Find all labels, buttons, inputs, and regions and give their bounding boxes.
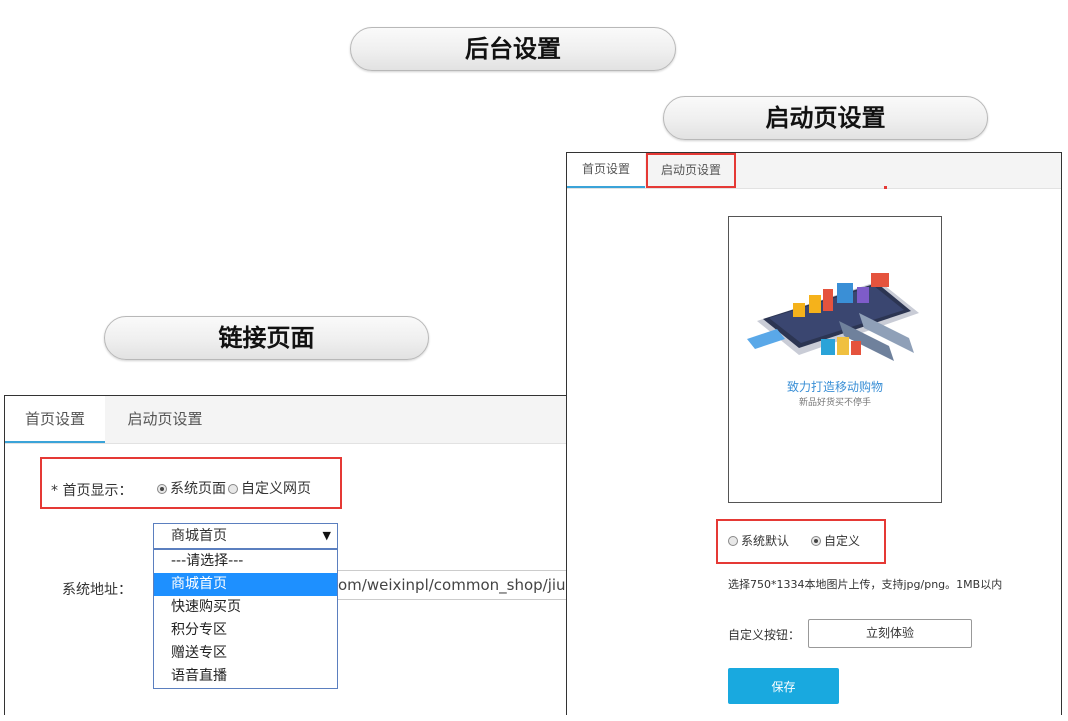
radio-custom-webpage[interactable] <box>228 484 238 494</box>
preview-slogan: 致力打造移动购物 <box>786 380 883 394</box>
link-page-title: 链接页面 <box>104 316 429 360</box>
tab-home-settings[interactable]: 首页设置 <box>567 153 645 188</box>
radio-custom-webpage-label: 自定义网页 <box>241 481 311 497</box>
tab-bar: 首页设置 启动页设置 <box>567 153 1061 189</box>
radio-system-default-label: 系统默认 <box>741 534 790 548</box>
radio-system-page[interactable] <box>157 484 167 494</box>
system-address-label: 系统地址： <box>62 582 132 598</box>
splash-settings-title: 启动页设置 <box>663 96 988 140</box>
radio-custom-label: 自定义 <box>824 534 861 548</box>
dropdown-option-please-select[interactable]: ---请选择--- <box>154 550 337 573</box>
splash-preview: 致力打造移动购物 新品好货买不停手 <box>728 216 942 503</box>
home-display-label: * 首页显示： <box>51 483 133 499</box>
dropdown-list: ---请选择--- 商城首页 快速购买页 积分专区 赠送专区 语音直播 <box>153 549 338 689</box>
red-marker-dot <box>884 186 887 189</box>
home-page-select[interactable]: 商城首页 ▼ <box>153 523 338 549</box>
dropdown-arrow-icon: ▼ <box>322 529 331 542</box>
backend-settings-title: 后台设置 <box>350 27 676 71</box>
select-value: 商城首页 <box>171 528 227 544</box>
splash-mode-radio-group: 系统默认 自定义 <box>728 532 860 549</box>
radio-custom[interactable] <box>811 536 822 546</box>
dropdown-option-quick-buy[interactable]: 快速购买页 <box>154 596 337 619</box>
upload-hint: 选择750*1334本地图片上传，支持jpg/png。1MB以内 <box>728 578 1003 591</box>
shopping-illustration <box>747 273 919 361</box>
preview-subslogan: 新品好货买不停手 <box>798 398 871 408</box>
tab-home-settings[interactable]: 首页设置 <box>5 396 105 443</box>
custom-button-input[interactable]: 立刻体验 <box>808 619 972 648</box>
home-display-radio-group: 系统页面 自定义网页 <box>157 478 313 498</box>
radio-system-default[interactable] <box>728 536 738 546</box>
credit-card-shape <box>747 329 785 349</box>
home-settings-panel: 首页设置 启动页设置 * 首页显示： 系统页面 自定义网页 商城首页 ▼ ---请… <box>4 395 625 715</box>
tab-splash-settings[interactable]: 启动页设置 <box>646 153 736 188</box>
radio-system-page-label: 系统页面 <box>170 481 226 497</box>
save-button[interactable]: 保存 <box>728 668 839 704</box>
dropdown-option-mall-home[interactable]: 商城首页 <box>154 573 337 596</box>
dropdown-option-gift-zone[interactable]: 赠送专区 <box>154 642 337 665</box>
splash-settings-panel: 首页设置 启动页设置 致力打造移动购物 新品好货买不停手 系统默认 自定义 选择… <box>566 152 1062 715</box>
tab-bar: 首页设置 启动页设置 <box>5 396 624 444</box>
dropdown-option-voice-live[interactable]: 语音直播 <box>154 665 337 688</box>
tab-splash-settings[interactable]: 启动页设置 <box>115 396 215 443</box>
custom-button-label: 自定义按钮： <box>728 628 801 642</box>
dropdown-option-points-zone[interactable]: 积分专区 <box>154 619 337 642</box>
